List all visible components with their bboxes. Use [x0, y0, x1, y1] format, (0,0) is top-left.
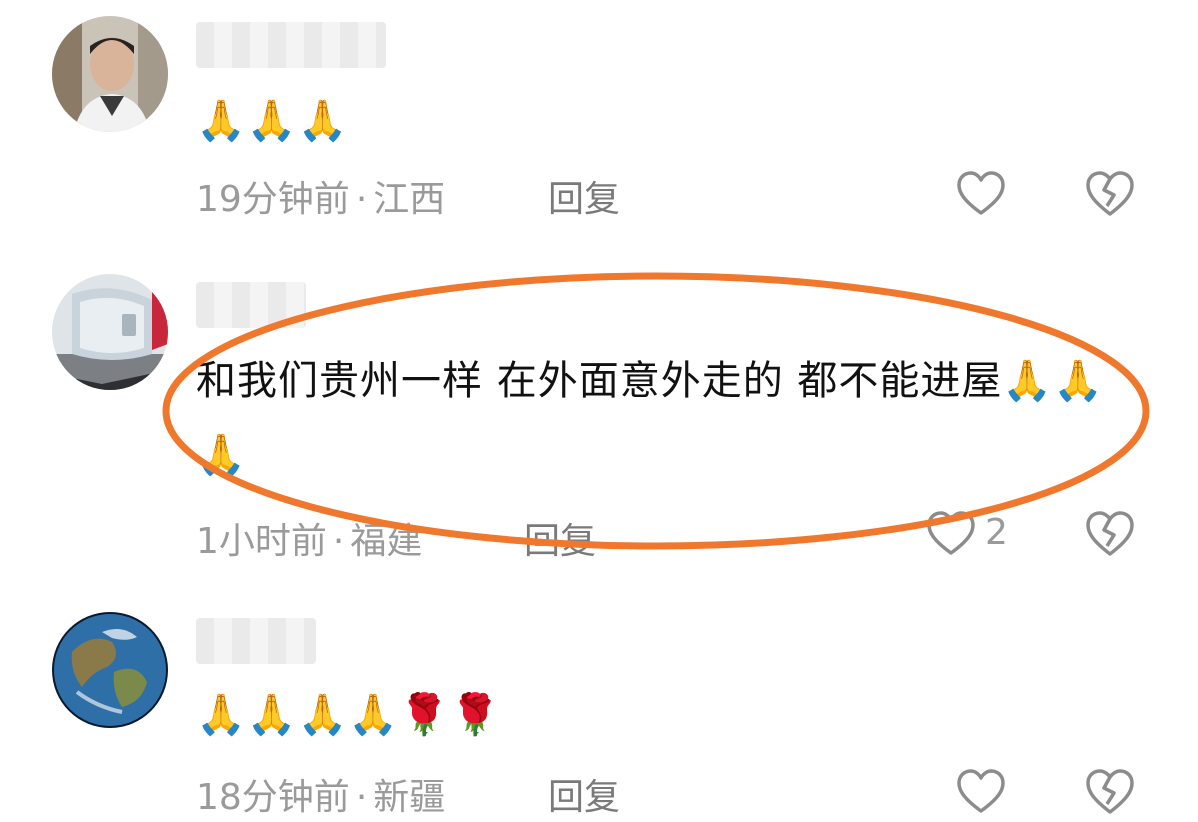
comment-meta: 1小时前 · 福建 [196, 512, 422, 564]
comment-item: 🙏🙏🙏🙏🌹🌹 18分钟前 · 新疆 回复 [0, 600, 1198, 818]
username-blurred[interactable] [196, 22, 386, 68]
comment-meta: 18分钟前 · 新疆 [196, 768, 445, 820]
avatar[interactable] [52, 16, 168, 132]
avatar[interactable] [52, 274, 168, 390]
broken-heart-icon[interactable] [1085, 766, 1135, 818]
comment-text: 和我们贵州一样 在外面意外走的 都不能进屋🙏🙏🙏 [196, 358, 1105, 478]
heart-outline-icon[interactable] [955, 168, 1007, 220]
comment-meta: 19分钟前 · 江西 [196, 170, 445, 222]
broken-heart-icon[interactable] [1085, 168, 1135, 220]
avatar[interactable] [52, 612, 168, 728]
username-blurred[interactable] [196, 282, 306, 328]
comment-text: 🙏🙏🙏🙏🌹🌹 [196, 692, 501, 738]
meta-separator: · [355, 179, 368, 220]
reply-button[interactable]: 回复 [548, 768, 620, 820]
meta-separator: · [332, 521, 345, 562]
heart-outline-icon[interactable] [925, 508, 977, 560]
comment-time: 18分钟前 [196, 777, 350, 818]
comment-item: 和我们贵州一样 在外面意外走的 都不能进屋🙏🙏🙏 1小时前 · 福建 回复 2 [0, 262, 1198, 572]
reply-button[interactable]: 回复 [548, 170, 620, 222]
like-count: 2 [985, 512, 1008, 553]
comment-time: 19分钟前 [196, 179, 350, 220]
broken-heart-icon[interactable] [1085, 508, 1135, 560]
comment-text: 🙏🙏🙏 [196, 98, 349, 144]
comment-location: 新疆 [373, 777, 446, 818]
heart-outline-icon[interactable] [955, 766, 1007, 818]
meta-separator: · [355, 777, 368, 818]
comment-location: 江西 [373, 179, 446, 220]
reply-button[interactable]: 回复 [524, 512, 596, 564]
comment-item: 🙏🙏🙏 19分钟前 · 江西 回复 [0, 0, 1198, 230]
username-blurred[interactable] [196, 618, 316, 664]
comment-location: 福建 [350, 521, 423, 562]
comment-time: 1小时前 [196, 521, 327, 562]
